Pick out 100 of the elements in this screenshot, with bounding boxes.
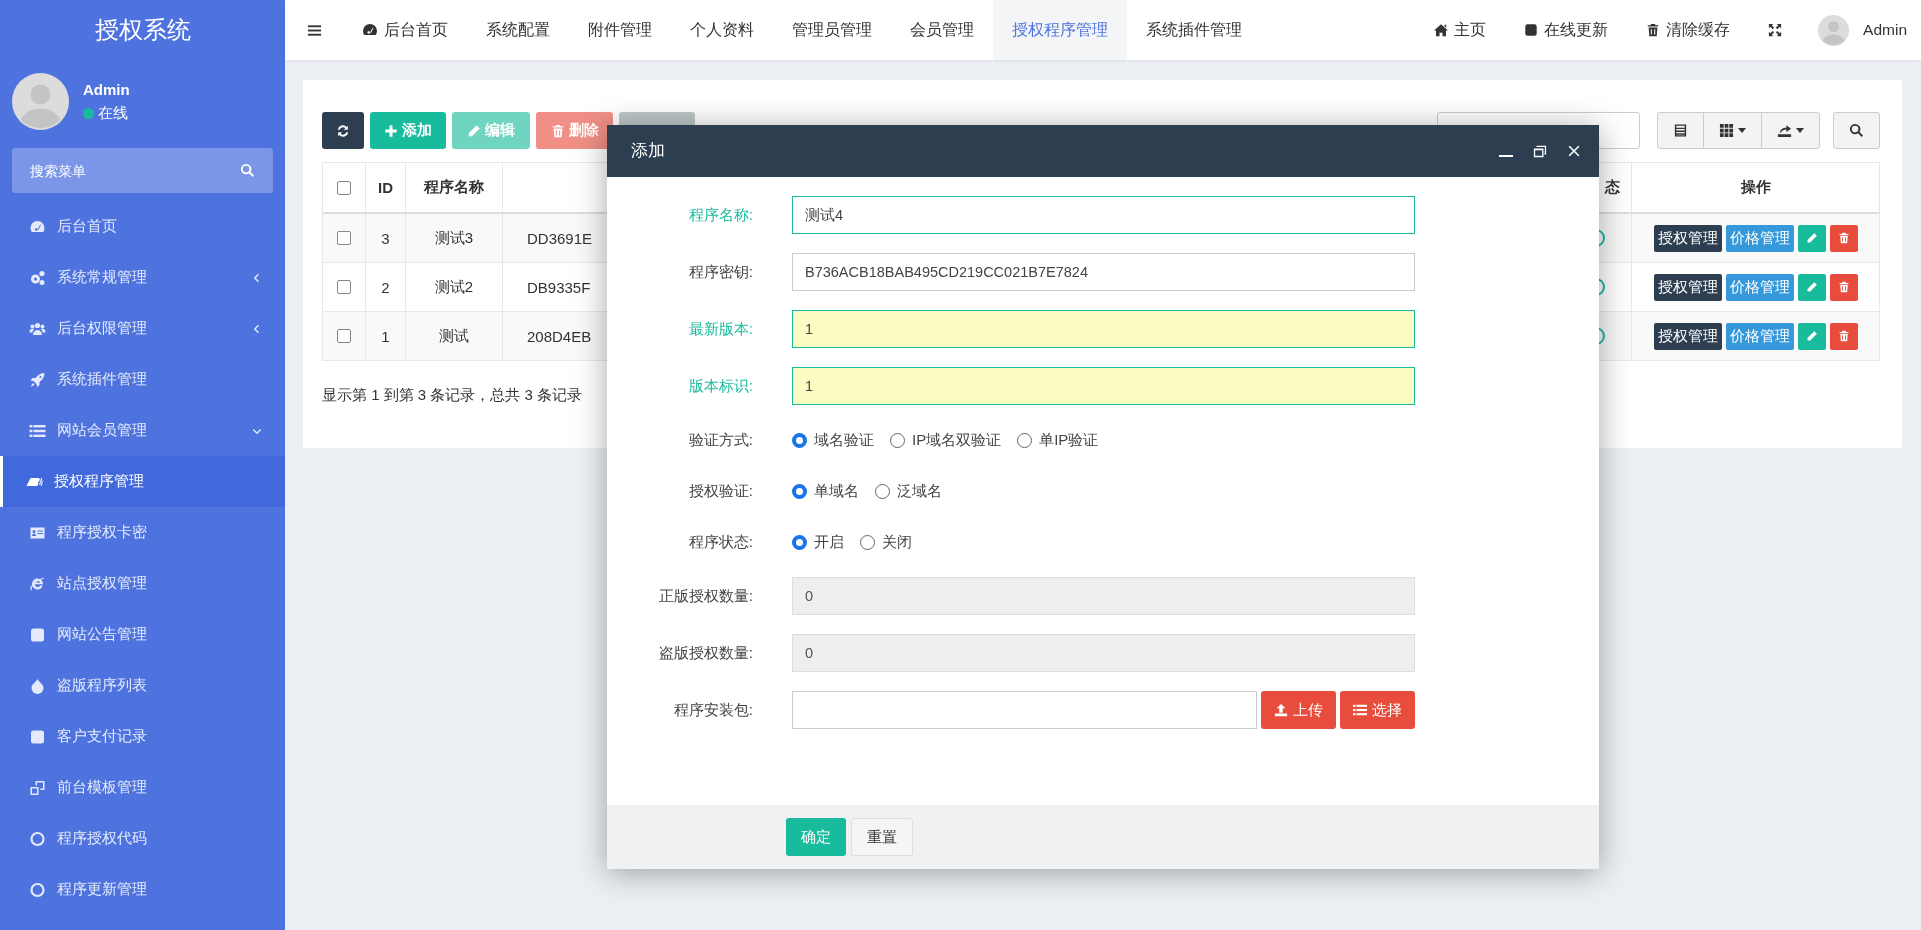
table-cell: 测试3 — [434, 228, 474, 248]
nav-tab[interactable]: 附件管理 — [569, 0, 671, 60]
auth-manage-button[interactable]: 授权管理 — [1653, 224, 1722, 252]
search-field[interactable]: 搜索菜单 — [12, 148, 273, 193]
radio-option[interactable]: 单域名 — [792, 481, 859, 501]
reset-button[interactable]: 重置 — [851, 818, 913, 856]
radio-option[interactable]: 开启 — [792, 532, 844, 552]
input-field[interactable]: B736ACB18BAB495CD219CC021B7E7824 — [792, 253, 1415, 291]
auth-manage-button[interactable]: 授权管理 — [1653, 322, 1722, 350]
sidebar-item[interactable]: 程序更新管理 — [0, 864, 285, 915]
dashboard-icon — [362, 22, 378, 38]
trash-icon — [550, 123, 565, 138]
avatar-icon — [1818, 14, 1850, 46]
square-icon — [28, 626, 47, 643]
export-icon — [1777, 123, 1792, 138]
nav-tab[interactable]: 后台首页 — [343, 0, 467, 60]
expand-icon — [1768, 23, 1783, 37]
nav-tab[interactable]: 系统插件管理 — [1127, 0, 1261, 60]
delete-button[interactable] — [1829, 273, 1858, 301]
select-button[interactable]: 选择 — [1340, 691, 1415, 729]
grid-dropdown[interactable] — [1703, 112, 1762, 149]
table-cell: 测试2 — [434, 277, 474, 297]
home-icon — [1434, 23, 1449, 37]
input-field[interactable]: 1 — [792, 367, 1415, 405]
dialog-title: 添加 — [631, 140, 666, 161]
pencil-icon — [1805, 330, 1818, 342]
export-dropdown[interactable] — [1761, 112, 1820, 149]
sidebar-item[interactable]: 程序授权卡密 — [0, 507, 285, 558]
refresh-button[interactable] — [322, 112, 364, 149]
checkbox[interactable] — [337, 329, 351, 343]
upload-icon — [1274, 703, 1288, 717]
input-field[interactable] — [792, 691, 1257, 729]
sidebar-item[interactable]: 系统常规管理 — [0, 252, 285, 303]
sidebar-item[interactable]: 盗版程序列表 — [0, 660, 285, 711]
trash-icon — [1837, 281, 1850, 293]
search-button[interactable] — [1833, 112, 1880, 149]
radio-option[interactable]: 域名验证 — [792, 430, 874, 450]
radio-option[interactable]: 单IP验证 — [1017, 430, 1099, 450]
edit-button[interactable] — [1797, 273, 1826, 301]
pencil-icon — [467, 123, 481, 138]
list-icon — [1353, 703, 1367, 717]
column-header: ID — [378, 179, 393, 196]
pagination-info: 显示第 1 到第 3 条记录，总共 3 条记录 — [322, 386, 583, 405]
input-field[interactable]: 1 — [792, 310, 1415, 348]
auth-manage-button[interactable]: 授权管理 — [1653, 273, 1722, 301]
nav-link[interactable]: 在线更新 — [1505, 0, 1628, 60]
sidebar-item[interactable]: 网站会员管理 — [0, 405, 285, 456]
field-label: 程序名称: — [687, 204, 753, 225]
sidebar-item[interactable]: 后台权限管理 — [0, 303, 285, 354]
field-label: 授权验证: — [687, 480, 753, 501]
sidebar-item[interactable]: 站点授权管理 — [0, 558, 285, 609]
gears-icon — [28, 269, 47, 286]
checkbox[interactable] — [337, 280, 351, 294]
sidebar-item[interactable]: 系统插件管理 — [0, 354, 285, 405]
field-label: 正版授权数量: — [657, 585, 753, 606]
edit-button[interactable] — [1797, 322, 1826, 350]
nav-link[interactable]: 主页 — [1415, 0, 1506, 60]
sidebar-item[interactable]: 前台模板管理 — [0, 762, 285, 813]
search-icon — [1849, 123, 1864, 138]
app-title: 授权系统 — [93, 15, 192, 45]
checkbox[interactable] — [337, 180, 351, 195]
input-field[interactable]: 测试4 — [792, 196, 1415, 234]
users-icon — [28, 320, 47, 337]
caret-icon — [1796, 128, 1804, 133]
table-icon — [1673, 123, 1688, 138]
copy-icon — [28, 779, 47, 796]
nav-tab[interactable]: 系统配置 — [467, 0, 569, 60]
table-cell: 208D4EB — [527, 327, 592, 345]
delete-button[interactable] — [1829, 322, 1858, 350]
nav-tab[interactable]: 个人资料 — [671, 0, 773, 60]
square-icon — [1524, 23, 1539, 37]
sidebar-item[interactable]: 程序授权代码 — [0, 813, 285, 864]
plus-icon — [384, 123, 398, 138]
sidebar-item[interactable]: 网站公告管理 — [0, 609, 285, 660]
field-label: 程序安装包: — [672, 699, 753, 720]
delete-button[interactable] — [1829, 224, 1858, 252]
upload-button[interactable]: 上传 — [1261, 691, 1336, 729]
nav-tab[interactable]: 授权程序管理 — [993, 0, 1127, 60]
radio-option[interactable]: IP域名双验证 — [890, 430, 1002, 450]
checkbox[interactable] — [337, 231, 351, 245]
user-name[interactable]: Admin — [1863, 21, 1907, 39]
field-label: 验证方式: — [687, 429, 753, 450]
nav-tab[interactable]: 管理员管理 — [773, 0, 891, 60]
columns-button[interactable] — [1657, 112, 1704, 149]
edit-button[interactable] — [1797, 224, 1826, 252]
field-label: 程序状态: — [687, 531, 753, 552]
sidebar-item[interactable]: 客户支付记录 — [0, 711, 285, 762]
sidebar-item[interactable]: 授权程序管理 — [0, 456, 285, 507]
sidebar-item[interactable]: 后台首页 — [0, 201, 285, 252]
pencil-icon — [1805, 281, 1818, 293]
trash-icon — [1837, 232, 1850, 244]
menu-icon — [306, 22, 322, 38]
radio-option[interactable]: 泛域名 — [875, 481, 942, 501]
nav-link[interactable]: 清除缓存 — [1627, 0, 1750, 60]
nav-tab[interactable]: 会员管理 — [891, 0, 993, 60]
field-label: 版本标识: — [687, 375, 753, 396]
table-cell: DD3691E — [527, 229, 593, 247]
table-cell: 2 — [381, 278, 390, 296]
rocket-icon — [28, 371, 47, 388]
radio-option[interactable]: 关闭 — [860, 532, 912, 552]
